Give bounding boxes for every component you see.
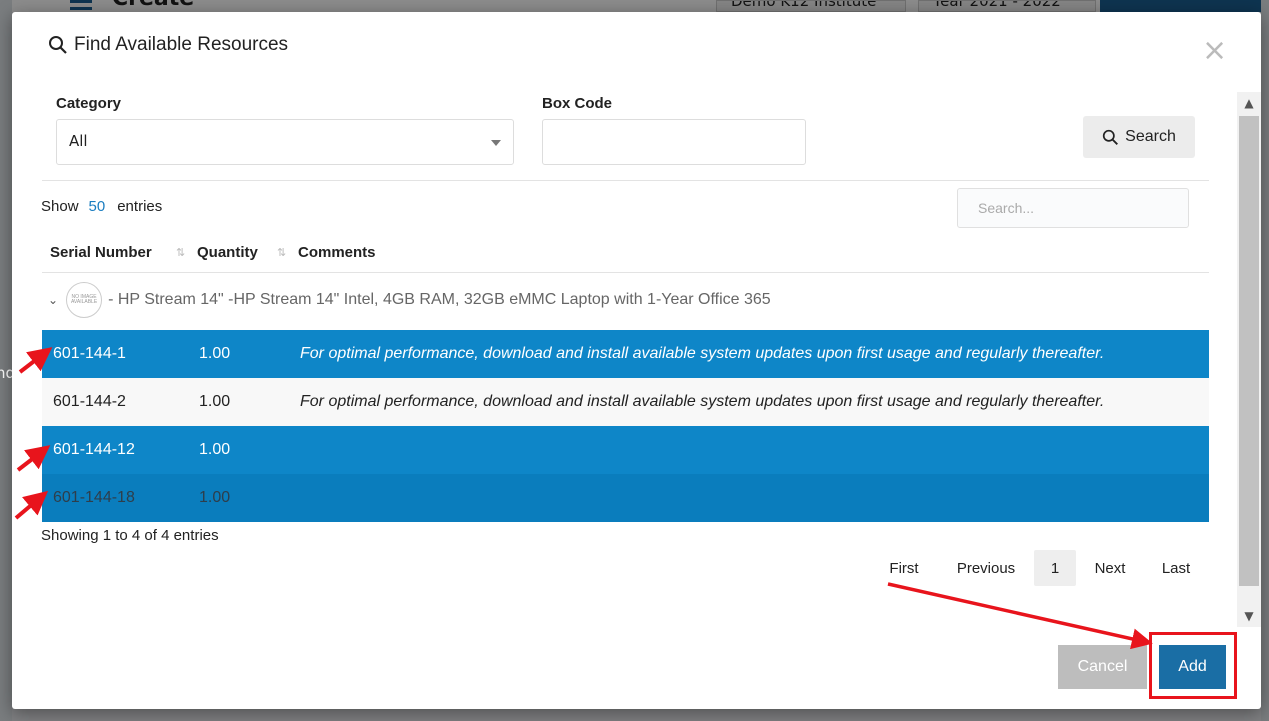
- divider: [42, 180, 1209, 181]
- serial-number-cell: 601-144-2: [53, 393, 126, 410]
- category-select[interactable]: All: [56, 119, 514, 165]
- sort-icon[interactable]: ⇅: [176, 246, 185, 259]
- search-button-label: Search: [1125, 128, 1176, 145]
- add-button[interactable]: Add: [1159, 645, 1226, 689]
- quantity-cell: 1.00: [199, 489, 231, 506]
- table-row[interactable]: 601-144-2 1.00 For optimal performance, …: [42, 378, 1209, 426]
- search-button[interactable]: Search: [1083, 116, 1195, 158]
- chevron-down-icon[interactable]: ⌄: [48, 293, 58, 307]
- table-info: Showing 1 to 4 of 4 entries: [41, 527, 219, 544]
- category-select-value: All: [69, 132, 88, 150]
- serial-number-cell: 601-144-1: [53, 345, 126, 362]
- table-row[interactable]: 601-144-18 1.00: [42, 474, 1209, 522]
- modal-scrollbar[interactable]: ▲ ▼: [1237, 92, 1261, 627]
- table-row[interactable]: 601-144-1 1.00 For optimal performance, …: [42, 330, 1209, 378]
- serial-number-cell: 601-144-12: [53, 441, 135, 458]
- pagination-next[interactable]: Next: [1086, 550, 1134, 586]
- scroll-down-icon[interactable]: ▼: [1237, 605, 1261, 627]
- dropdown-caret-icon: [491, 140, 501, 146]
- box-code-input[interactable]: [542, 119, 806, 165]
- no-image-placeholder: NO IMAGE AVAILABLE: [66, 282, 103, 318]
- search-icon: [49, 36, 67, 54]
- show-entries: Show 50 entries: [41, 198, 162, 215]
- close-icon[interactable]: ×: [1202, 36, 1227, 66]
- show-prefix: Show: [41, 198, 79, 215]
- modal-title-text: Find Available Resources: [74, 34, 289, 55]
- comment-cell: For optimal performance, download and in…: [300, 345, 1105, 362]
- entries-count-select[interactable]: 50: [89, 198, 106, 215]
- sort-icon[interactable]: ⇅: [277, 246, 286, 259]
- column-header-quantity[interactable]: Quantity: [197, 244, 258, 261]
- find-resources-modal: Find Available Resources × ▲ ▼ Category …: [12, 12, 1261, 709]
- scroll-up-icon[interactable]: ▲: [1237, 92, 1261, 114]
- box-code-label: Box Code: [542, 95, 613, 112]
- pagination-previous[interactable]: Previous: [944, 550, 1028, 586]
- table-row[interactable]: 601-144-12 1.00: [42, 426, 1209, 474]
- category-label: Category: [56, 95, 122, 112]
- pagination-first[interactable]: First: [878, 550, 930, 586]
- column-header-serial-number[interactable]: Serial Number: [50, 244, 152, 261]
- resource-group-label: - HP Stream 14" -HP Stream 14" Intel, 4G…: [108, 291, 771, 308]
- comment-cell: For optimal performance, download and in…: [300, 393, 1105, 410]
- quantity-cell: 1.00: [199, 441, 231, 458]
- scroll-thumb[interactable]: [1239, 116, 1259, 586]
- resource-group-header[interactable]: ⌄ NO IMAGE AVAILABLE - HP Stream 14" -HP…: [48, 282, 771, 318]
- modal-title: Find Available Resources: [48, 34, 288, 56]
- pagination-page-1[interactable]: 1: [1034, 550, 1076, 586]
- search-icon: [1102, 129, 1119, 145]
- quantity-cell: 1.00: [199, 345, 231, 362]
- show-suffix: entries: [117, 198, 163, 215]
- cancel-button[interactable]: Cancel: [1058, 645, 1147, 689]
- serial-number-cell: 601-144-18: [53, 489, 135, 506]
- quantity-cell: 1.00: [199, 393, 231, 410]
- table-search-input[interactable]: Search...: [957, 188, 1189, 228]
- pagination-last[interactable]: Last: [1152, 550, 1200, 586]
- divider: [42, 272, 1209, 273]
- column-header-comments[interactable]: Comments: [298, 244, 376, 261]
